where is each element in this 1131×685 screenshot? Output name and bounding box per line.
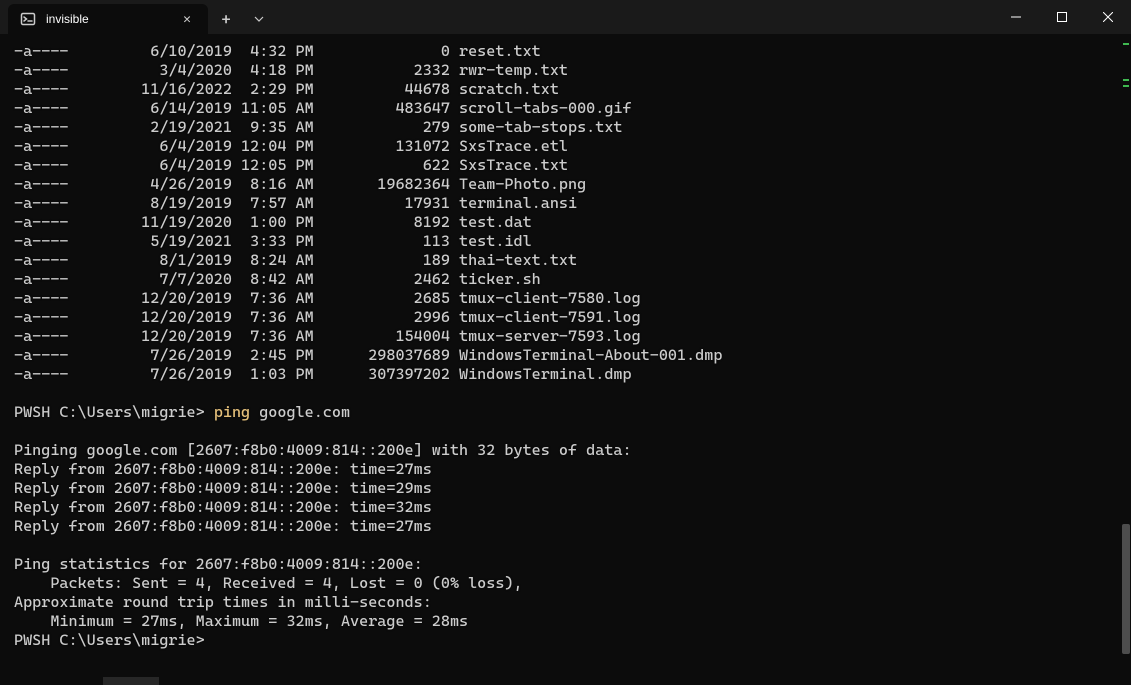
output-line: [14, 536, 1117, 555]
scroll-mark: [1123, 85, 1129, 87]
minimize-button[interactable]: [993, 0, 1039, 34]
file-listing-row: -a---- 6/4/2019 12:04 PM 131072 SxsTrace…: [14, 137, 1117, 156]
scrollbar[interactable]: [1121, 34, 1131, 675]
new-tab-dropdown[interactable]: [244, 4, 274, 34]
file-listing-row: -a---- 5/19/2021 3:33 PM 113 test.idl: [14, 232, 1117, 251]
output-line: Minimum = 27ms, Maximum = 32ms, Average …: [14, 612, 1117, 631]
file-listing-row: -a---- 11/16/2022 2:29 PM 44678 scratch.…: [14, 80, 1117, 99]
maximize-button[interactable]: [1039, 0, 1085, 34]
scroll-mark: [1123, 79, 1129, 81]
file-listing-row: -a---- 7/26/2019 1:03 PM 307397202 Windo…: [14, 365, 1117, 384]
taskbar-preview: [103, 677, 159, 685]
terminal-viewport[interactable]: -a---- 6/10/2019 4:32 PM 0 reset.txt-a--…: [0, 34, 1131, 685]
file-listing-row: -a---- 8/1/2019 8:24 AM 189 thai-text.tx…: [14, 251, 1117, 270]
scrollbar-thumb[interactable]: [1122, 524, 1130, 654]
titlebar: invisible ✕ +: [0, 0, 1131, 34]
output-line: Reply from 2607:f8b0:4009:814::200e: tim…: [14, 498, 1117, 517]
prompt-line: PWSH C:\Users\migrie>: [14, 631, 1117, 650]
prompt-line: PWSH C:\Users\migrie> ping google.com: [14, 403, 1117, 422]
scroll-mark: [1123, 43, 1129, 45]
blank-line: [14, 384, 1117, 403]
window-controls: [993, 0, 1131, 34]
output-line: Reply from 2607:f8b0:4009:814::200e: tim…: [14, 517, 1117, 536]
file-listing-row: -a---- 4/26/2019 8:16 AM 19682364 Team-P…: [14, 175, 1117, 194]
file-listing-row: -a---- 7/7/2020 8:42 AM 2462 ticker.sh: [14, 270, 1117, 289]
file-listing-row: -a---- 12/20/2019 7:36 AM 154004 tmux-se…: [14, 327, 1117, 346]
file-listing-row: -a---- 6/14/2019 11:05 AM 483647 scroll-…: [14, 99, 1117, 118]
file-listing-row: -a---- 12/20/2019 7:36 AM 2685 tmux-clie…: [14, 289, 1117, 308]
output-line: Ping statistics for 2607:f8b0:4009:814::…: [14, 555, 1117, 574]
file-listing-row: -a---- 8/19/2019 7:57 AM 17931 terminal.…: [14, 194, 1117, 213]
file-listing-row: -a---- 6/10/2019 4:32 PM 0 reset.txt: [14, 42, 1117, 61]
tab-close-button[interactable]: ✕: [178, 12, 196, 27]
output-line: Pinging google.com [2607:f8b0:4009:814::…: [14, 441, 1117, 460]
output-line: Packets: Sent = 4, Received = 4, Lost = …: [14, 574, 1117, 593]
new-tab-button[interactable]: +: [208, 4, 244, 34]
close-button[interactable]: [1085, 0, 1131, 34]
terminal-icon: [20, 11, 36, 27]
file-listing-row: -a---- 11/19/2020 1:00 PM 8192 test.dat: [14, 213, 1117, 232]
file-listing-row: -a---- 2/19/2021 9:35 AM 279 some-tab-st…: [14, 118, 1117, 137]
output-line: [14, 422, 1117, 441]
output-line: Approximate round trip times in milli-se…: [14, 593, 1117, 612]
file-listing-row: -a---- 7/26/2019 2:45 PM 298037689 Windo…: [14, 346, 1117, 365]
file-listing-row: -a---- 6/4/2019 12:05 PM 622 SxsTrace.tx…: [14, 156, 1117, 175]
tab-title: invisible: [46, 12, 168, 26]
output-line: Reply from 2607:f8b0:4009:814::200e: tim…: [14, 479, 1117, 498]
active-tab[interactable]: invisible ✕: [8, 4, 208, 34]
file-listing-row: -a---- 3/4/2020 4:18 PM 2332 rwr-temp.tx…: [14, 61, 1117, 80]
file-listing-row: -a---- 12/20/2019 7:36 AM 2996 tmux-clie…: [14, 308, 1117, 327]
output-line: Reply from 2607:f8b0:4009:814::200e: tim…: [14, 460, 1117, 479]
